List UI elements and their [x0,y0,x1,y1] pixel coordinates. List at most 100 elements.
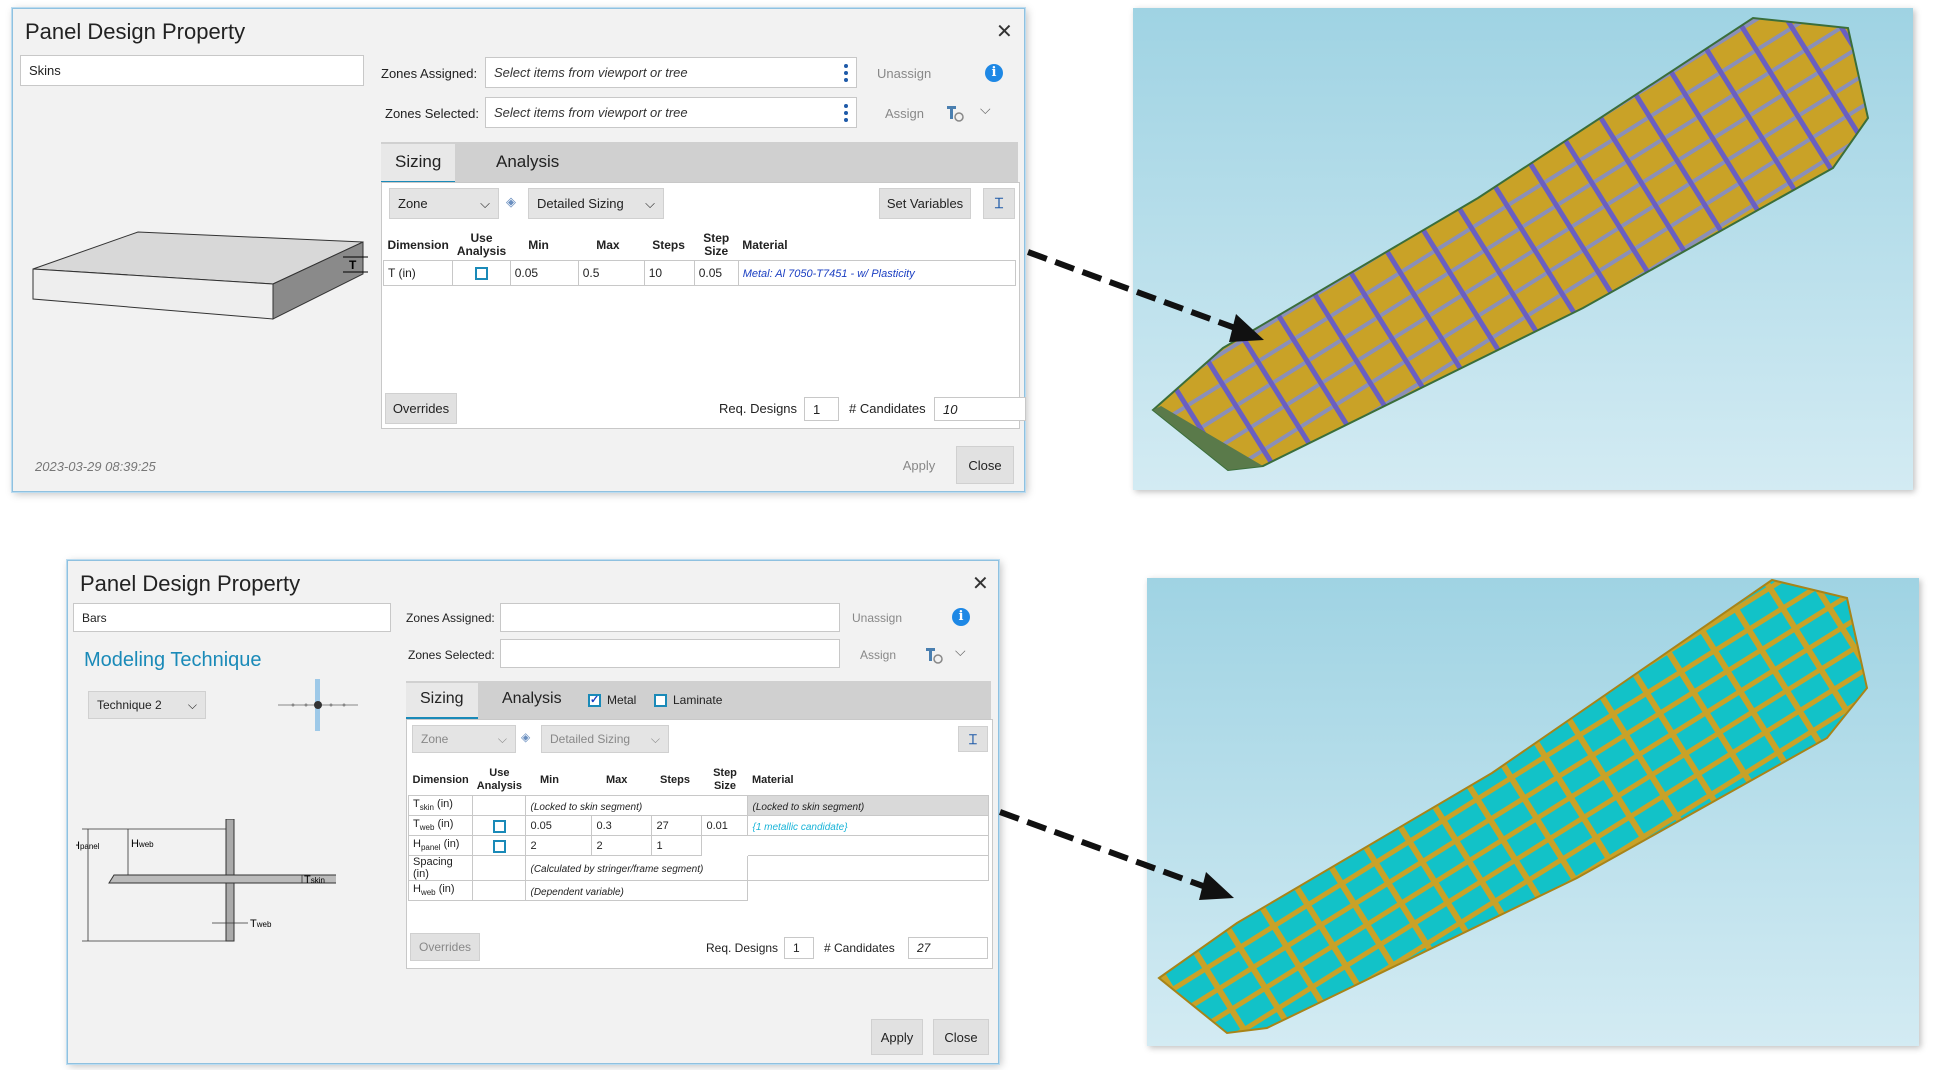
candidates-input[interactable]: 10 [934,397,1026,421]
laminate-label: Laminate [673,693,723,707]
zones-selected-field[interactable]: Select items from viewport or tree [485,97,857,128]
table-row[interactable]: Tskin (in) (Locked to skin segment) (Loc… [407,795,989,816]
metal-checkbox[interactable]: ✓ [588,694,601,707]
min-cell[interactable]: 2 [525,835,593,856]
set-variables-button[interactable]: Set Variables [879,188,971,219]
sizing-table: Dimension Use Analysis Min Max Steps Ste… [382,230,1017,286]
unassign-button[interactable]: Unassign [877,66,931,81]
use-analysis-checkbox[interactable] [475,267,489,281]
close-icon[interactable]: ✕ [972,571,989,596]
col-max: Max [605,773,628,786]
use-analysis-checkbox[interactable] [492,819,506,833]
overrides-button[interactable]: Overrides [385,393,457,424]
col-steps: Steps [652,237,685,252]
max-cell[interactable]: 0.3 [591,815,653,836]
apply-button[interactable]: Apply [871,1019,923,1055]
visibility-icon[interactable]: ◈ [506,194,516,210]
dimension-cell: Hpanel (in) [407,835,474,856]
min-cell[interactable]: 0.05 [525,815,593,836]
zones-selected-label: Zones Selected: [408,648,495,662]
table-row[interactable]: T (in) 0.05 0.5 10 0.05 Metal: Al 7050-T… [382,260,1017,286]
table-row[interactable]: Spacing (in) (Calculated by stringer/fra… [407,855,989,881]
material-cell [747,855,989,881]
col-use-analysis: Use Analysis [476,767,522,792]
material-cell[interactable]: Metal: Al 7050-T7451 - w/ Plasticity [737,260,1017,286]
req-designs-input[interactable]: 1 [784,937,814,959]
use-analysis-cell[interactable] [472,815,527,836]
step-size-cell[interactable] [701,835,749,856]
col-dimension: Dimension [387,237,449,252]
sizing-mode-dropdown[interactable]: Detailed Sizing ⌵ [528,188,664,219]
tab-bar [381,142,1018,182]
zone-dropdown-value: Zone [421,732,449,746]
unassign-button[interactable]: Unassign [852,611,902,625]
laminate-checkbox[interactable] [654,694,667,707]
step-size-cell[interactable]: 0.05 [693,260,739,286]
close-button[interactable]: Close [933,1019,989,1055]
more-options-icon[interactable] [844,64,848,82]
max-cell[interactable]: 2 [591,835,653,856]
info-icon[interactable]: i [985,64,1003,82]
dependent-note-cell: (Dependent variable) [525,880,749,901]
dimension-cell: T (in) [382,260,454,286]
use-analysis-checkbox[interactable] [492,839,506,853]
technique-dropdown[interactable]: Technique 2 ⌵ [88,691,206,719]
apply-button[interactable]: Apply [886,446,952,484]
tab-analysis[interactable]: Analysis [482,144,573,180]
candidates-value: 10 [943,401,958,417]
table-row[interactable]: Hpanel (in) 2 2 1 [407,835,989,856]
filter-assign-icon[interactable] [945,103,965,123]
tab-sizing[interactable]: Sizing [406,683,478,720]
zone-dropdown[interactable]: Zone ⌵ [389,188,499,219]
min-cell[interactable]: 0.05 [509,260,579,286]
assign-button[interactable]: Assign [860,648,896,662]
more-options-icon[interactable] [844,104,848,122]
info-icon[interactable]: i [952,608,970,626]
table-row[interactable]: Tweb (in) 0.05 0.3 27 0.01 {1 metallic c… [407,815,989,836]
metal-label: Metal [607,693,637,707]
zones-selected-placeholder: Select items from viewport or tree [494,105,688,120]
step-size-cell[interactable]: 0.01 [701,815,749,836]
zones-assigned-field[interactable]: Select items from viewport or tree [485,57,857,88]
chevron-down-icon: ⌵ [187,697,197,712]
steps-cell[interactable]: 27 [651,815,703,836]
filter-assign-icon[interactable] [924,645,944,665]
panel-design-dialog-skins: Panel Design Property ✕ Skins T Zones As… [12,8,1026,492]
material-candidate-link[interactable]: {1 metallic candidate} [752,822,847,833]
req-designs-input[interactable]: 1 [804,397,839,421]
name-field[interactable]: Bars [73,603,391,632]
zones-selected-field[interactable] [500,639,840,668]
sizing-mode-dropdown[interactable]: Detailed Sizing ⌵ [541,725,669,753]
chevron-down-icon[interactable]: ⌵ [955,643,966,660]
zones-assigned-label: Zones Assigned: [406,611,495,625]
chevron-down-icon[interactable]: ⌵ [980,101,991,118]
max-cell[interactable]: 0.5 [577,260,645,286]
use-analysis-cell[interactable] [472,835,527,856]
tab-sizing[interactable]: Sizing [381,144,456,184]
dimension-cell: Tweb (in) [407,815,474,836]
tab-analysis[interactable]: Analysis [488,683,576,715]
zone-dropdown[interactable]: Zone ⌵ [412,725,516,753]
use-analysis-cell[interactable] [452,260,511,286]
assign-button[interactable]: Assign [885,106,924,121]
t-web-label: Tweb [250,918,272,930]
material-link[interactable]: Metal: Al 7050-T7451 - w/ Plasticity [743,268,915,280]
visibility-icon[interactable]: ◈ [521,730,530,744]
zones-assigned-field[interactable] [500,603,840,632]
close-icon[interactable]: ✕ [996,19,1013,44]
steps-cell[interactable]: 10 [643,260,695,286]
chevron-down-icon: ⌵ [497,731,507,746]
name-field[interactable]: Skins [20,55,364,86]
ibeam-icon[interactable]: ⌶ [983,188,1015,219]
close-button[interactable]: Close [956,446,1014,484]
wing-model-cyan [1157,578,1869,1035]
ibeam-icon[interactable]: ⌶ [958,726,988,752]
steps-cell[interactable]: 1 [651,835,703,856]
panel-thickness-diagram: T [32,231,368,320]
dimension-cell: Spacing (in) [407,855,474,881]
material-cell[interactable]: {1 metallic candidate} [747,815,989,836]
col-step-size: Step Size [703,231,730,258]
candidates-input[interactable]: 27 [908,937,988,959]
table-row[interactable]: Hweb (in) (Dependent variable) [407,880,989,901]
overrides-button[interactable]: Overrides [410,933,480,961]
